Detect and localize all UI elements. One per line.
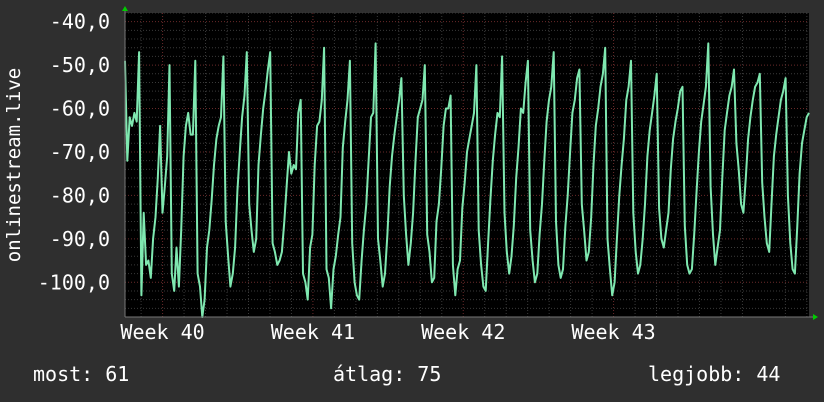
chart-svg: -40,0 -50,0 -60,0 -70,0 -80,0 -90,0 -100,0 Week… — [3, 6, 818, 344]
stat-average: átlag: 75 — [333, 362, 442, 386]
x-tick-label: Week 43 — [571, 320, 655, 344]
chart: -40,0 -50,0 -60,0 -70,0 -80,0 -90,0 -100,0 Week… — [0, 0, 824, 402]
y-tick-label: -40,0 — [50, 10, 110, 34]
y-tick-label: -80,0 — [50, 183, 110, 207]
stat-current: most: 61 — [33, 362, 130, 386]
y-tick-label: -70,0 — [50, 140, 110, 164]
y-axis-arrow — [122, 6, 128, 11]
x-tick-label: Week 42 — [421, 320, 505, 344]
y-tick-label: -100,0 — [38, 270, 110, 294]
x-tick-label: Week 40 — [120, 320, 204, 344]
stat-best: legjobb: 44 — [648, 362, 781, 386]
x-tick-label: Week 41 — [271, 320, 355, 344]
y-tick-label: -50,0 — [50, 53, 110, 77]
y-tick-label: -60,0 — [50, 97, 110, 121]
y-tick-label: -90,0 — [50, 227, 110, 251]
y-axis-title: onlinestream.live — [3, 68, 25, 262]
x-axis-arrow — [813, 314, 818, 320]
